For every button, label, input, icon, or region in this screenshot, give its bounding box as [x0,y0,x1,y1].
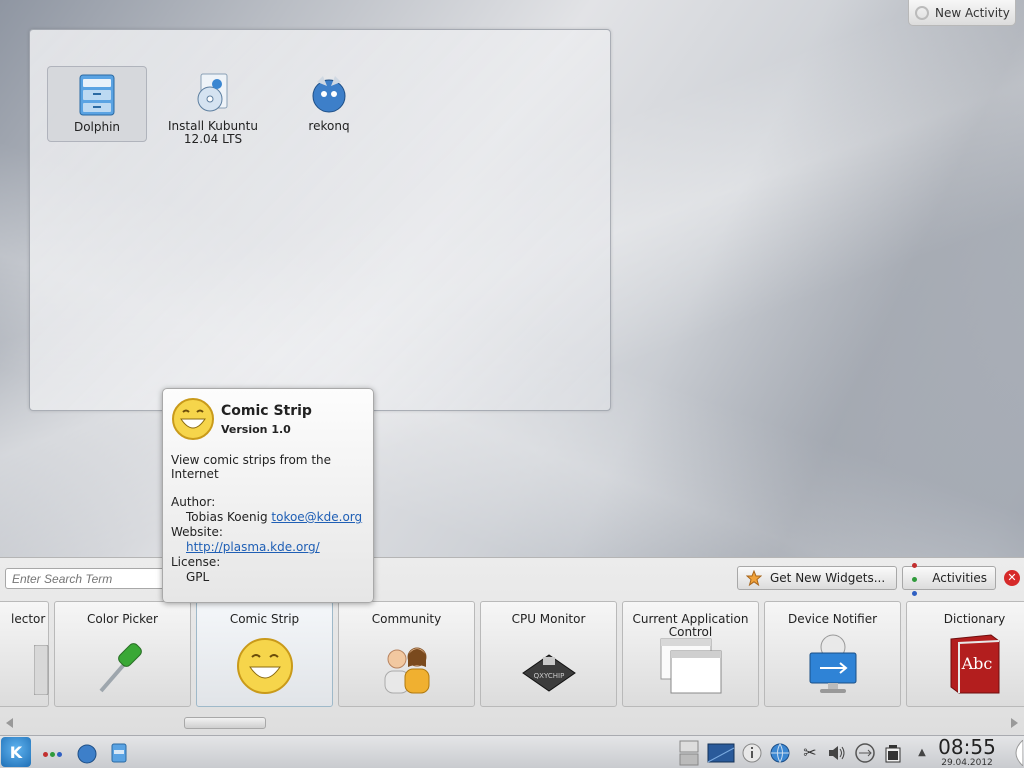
license-label: License: [171,555,221,569]
widget-tile-label: lector [11,612,46,626]
folder-manager-icon [111,743,127,762]
widget-tile-device-notifier[interactable]: Device Notifier [764,601,901,707]
desktop-icon-dolphin[interactable]: Dolphin [47,66,147,142]
widget-tile-label: Community [371,612,442,626]
widget-info-tooltip: Comic Strip Version 1.0 View comic strip… [162,388,374,603]
activities-icon [42,746,63,760]
cpu-chip-text: QXYCHIP [533,672,564,680]
desktop-icon [707,743,735,762]
widget-explorer: Get New Widgets... Activities ✕ lector C… [0,557,1024,735]
widget-tile-comic-strip[interactable]: Comic Strip [196,601,333,707]
dictionary-text: Abc [960,654,992,673]
search-input[interactable] [5,568,173,589]
activities-button[interactable]: Activities [902,563,996,596]
get-new-widgets-button[interactable]: Get New Widgets... [737,566,897,590]
battery-button[interactable] [880,739,906,766]
battery-icon [885,744,901,762]
globe-icon [770,743,790,763]
pager-icon [679,740,699,765]
widget-tile-label: CPU Monitor [511,612,586,626]
cpu-chip-icon: QXYCHIP [519,651,579,698]
widget-tile-community[interactable]: Community [338,601,475,707]
widget-tile-color-picker[interactable]: Color Picker [54,601,191,707]
website-label: Website: [171,525,223,539]
author-name: Tobias Koenig [186,510,268,524]
show-desktop-button[interactable] [706,739,736,766]
tooltip-version: Version 1.0 [221,422,291,436]
desktop-icon-rekonq[interactable]: rekonq [279,66,379,142]
speaker-icon [829,745,845,760]
clipboard-button[interactable]: ✂ [798,739,822,766]
website-link[interactable]: http://plasma.kde.org/ [186,540,320,554]
pager-widget[interactable] [677,739,701,766]
scroll-right-arrow-icon[interactable] [1011,718,1018,728]
windows-icon [659,637,723,698]
activity-icon [915,5,929,20]
scrollbar-thumb[interactable] [184,717,266,729]
file-manager-launcher[interactable] [106,739,132,766]
author-label: Author: [171,495,216,509]
browser-launcher[interactable] [74,739,100,766]
folder-manager-icon [77,73,117,117]
scrollbar-track[interactable] [18,717,1006,729]
license-value: GPL [186,570,210,584]
tooltip-description: View comic strips from the Internet [171,453,332,481]
browser-icon [77,744,97,763]
volume-button[interactable] [824,739,850,766]
activity-manager-button[interactable] [38,739,66,766]
folder-view[interactable]: Dolphin Install Kubuntu 12.04 LTS rekonq [29,29,611,411]
device-notifier-button[interactable] [852,739,878,766]
get-new-widgets-label: Get New Widgets... [770,571,886,585]
usb-monitor-icon [806,633,860,698]
kickoff-menu-button[interactable]: K [1,737,31,767]
dictionary-book-icon: Abc [947,633,1003,698]
scissors-icon: ✂ [803,743,817,762]
desktop-icon-label: Dolphin [73,120,121,134]
desktop-icon-label: Install Kubuntu 12.04 LTS [168,119,258,146]
star-icon [746,570,762,586]
tray-expand-button[interactable]: ▲ [914,739,930,766]
new-activity-button[interactable]: New Activity [908,0,1016,26]
widget-tile-dictionary[interactable]: Dictionary Abc [906,601,1024,707]
scroll-left-arrow-icon[interactable] [6,718,13,728]
author-email-link[interactable]: tokoe@kde.org [271,510,362,524]
notifications-button[interactable] [740,739,764,766]
browser-icon [309,72,349,116]
widget-list: lector Color Picker Comic Strip Communit… [0,601,1024,707]
widget-tile-cpu-monitor[interactable]: CPU Monitor QXYCHIP [480,601,617,707]
pipette-icon [93,635,153,698]
panel-toolbox-button[interactable] [1004,739,1024,766]
widget-tile-current-application-control[interactable]: Current Application Control [622,601,759,707]
people-icon [377,641,437,698]
activities-icon [911,557,924,599]
activities-label: Activities [932,571,987,585]
new-activity-label: New Activity [935,5,1010,20]
taskbar: K ✂ ▲ 08:55 29.04.2012 [0,735,1024,768]
network-button[interactable] [768,739,792,766]
smiley-icon [172,398,214,440]
kde-logo-icon: K [9,742,23,762]
horizontal-scrollbar[interactable] [0,715,1024,731]
activity-selector-icon [33,644,50,698]
desktop-icon-install-kubuntu[interactable]: Install Kubuntu 12.04 LTS [163,66,263,146]
installer-disc-icon [193,72,233,116]
desktop-icon-label: rekonq [308,119,350,133]
clock-time: 08:55 [938,735,996,759]
digital-clock[interactable]: 08:55 29.04.2012 [934,736,1000,768]
panel-toolbox-icon [1015,739,1023,766]
close-icon[interactable]: ✕ [1004,570,1020,586]
info-icon [742,743,762,762]
smiley-icon [236,637,294,698]
chevron-up-icon: ▲ [918,747,926,758]
widget-tile-activity-selector[interactable]: lector [0,601,49,707]
tooltip-title: Comic Strip [221,402,312,419]
usb-icon [855,742,875,763]
clock-date: 29.04.2012 [941,758,993,768]
